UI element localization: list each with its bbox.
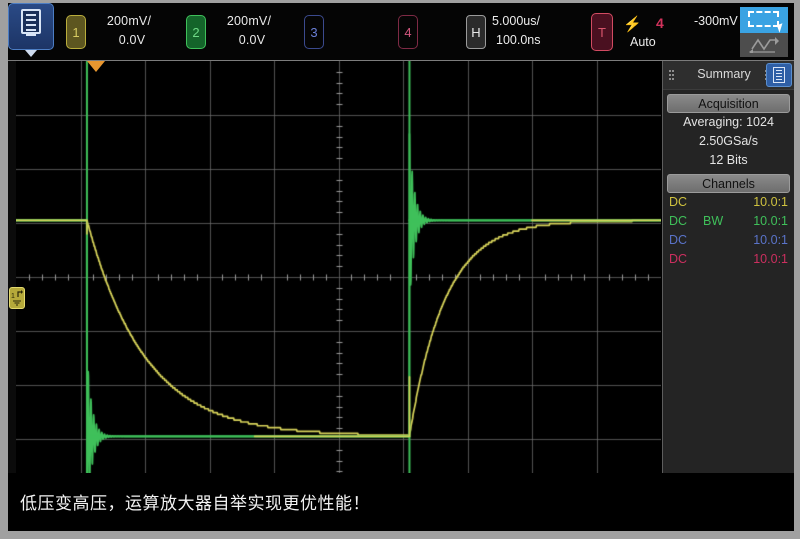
waveform-canvas[interactable] xyxy=(16,61,661,493)
zoom-select-button[interactable] xyxy=(740,7,788,33)
summary-ch2-probe-ratio: 10.0:1 xyxy=(753,214,788,228)
summary-ch3-coupling: DC xyxy=(669,233,688,247)
summary-ch3-probe-ratio: 10.0:1 xyxy=(753,233,788,247)
left-gutter xyxy=(8,61,16,493)
channel-1-badge[interactable]: 1 xyxy=(66,15,86,49)
ground-ref-icon: 1 xyxy=(11,290,23,306)
summary-panel-menu-button[interactable] xyxy=(766,63,792,87)
acquisition-sample-rate: 2.50GSa/s xyxy=(698,134,759,148)
summary-channel-row-1[interactable]: DC 10.0:1 xyxy=(663,193,794,212)
channel-2-badge[interactable]: 2 xyxy=(186,15,206,49)
acquisition-resolution: 12 Bits xyxy=(709,153,748,167)
cursor-arrow-icon xyxy=(776,23,786,33)
trigger-level[interactable]: -300mV xyxy=(694,14,738,28)
chevron-down-icon xyxy=(25,50,37,57)
selection-box-icon xyxy=(748,11,779,27)
menu-document-icon xyxy=(21,9,41,36)
channel-4-badge[interactable]: 4 xyxy=(398,15,418,49)
horizontal-delay: 100.0ns xyxy=(496,33,541,47)
caption-bar: 低压变高压，运算放大器自举实现更优性能！ xyxy=(8,473,794,531)
trigger-mode[interactable]: Auto xyxy=(630,35,656,49)
summary-ch4-coupling: DC xyxy=(669,252,688,266)
channel-2-readout[interactable]: 200mV/ 0.0V xyxy=(210,12,288,50)
summary-panel-header: Summary xyxy=(663,61,794,90)
channel-3-badge[interactable]: 3 xyxy=(304,15,324,49)
oscilloscope-window: 1 200mV/ 0.0V 2 200mV/ 0.0V 3 4 H 5.000u… xyxy=(8,3,794,531)
summary-ch2-coupling: DC xyxy=(669,214,688,228)
channel-1-readout[interactable]: 200mV/ 0.0V xyxy=(90,12,168,50)
channel-1-scale: 200mV/ xyxy=(106,14,152,28)
svg-text:1: 1 xyxy=(11,293,15,300)
summary-channel-row-3[interactable]: DC 10.0:1 xyxy=(663,231,794,250)
horizontal-readout[interactable]: 5.000us/ 100.0ns xyxy=(492,12,584,50)
channel-2-offset: 0.0V xyxy=(238,33,266,47)
summary-panel-title: Summary xyxy=(697,67,751,81)
summary-ch2-bandwidth: BW xyxy=(703,214,724,228)
horizontal-badge[interactable]: H xyxy=(466,15,486,49)
channel-1-ground-reference-marker[interactable]: 1 xyxy=(9,287,25,309)
caption-text: 低压变高压，运算放大器自举实现更优性能！ xyxy=(20,494,370,513)
channel-2-scale: 200mV/ xyxy=(226,14,272,28)
trigger-edge-icon[interactable]: ⚡ xyxy=(623,15,642,33)
trigger-position-marker[interactable] xyxy=(87,61,105,72)
waveform-grid[interactable] xyxy=(16,61,661,493)
waveform-nav-icon xyxy=(749,37,779,53)
trigger-source[interactable]: 4 xyxy=(656,15,664,31)
panel-drag-handle-left[interactable] xyxy=(669,70,674,81)
panel-document-icon xyxy=(773,67,785,83)
trigger-badge[interactable]: T xyxy=(591,13,613,51)
screenshot-frame: 1 200mV/ 0.0V 2 200mV/ 0.0V 3 4 H 5.000u… xyxy=(0,0,800,539)
acquisition-averaging: Averaging: 1024 xyxy=(683,115,774,129)
channel-1-offset: 0.0V xyxy=(118,33,146,47)
acquisition-section-header[interactable]: Acquisition xyxy=(667,94,790,113)
summary-panel: Summary Acquisition Averaging: 1024 2.50… xyxy=(662,61,794,493)
main-menu-button[interactable] xyxy=(8,3,54,57)
summary-channel-row-2[interactable]: DC BW 10.0:1 xyxy=(663,212,794,231)
channels-section-header[interactable]: Channels xyxy=(667,174,790,193)
summary-ch4-probe-ratio: 10.0:1 xyxy=(753,252,788,266)
plot-area: 1 Summary Acquisition Averaging: 1024 2.… xyxy=(8,61,794,531)
summary-ch1-probe-ratio: 10.0:1 xyxy=(753,195,788,209)
waveform-navigate-button[interactable] xyxy=(740,33,788,57)
horizontal-scale: 5.000us/ xyxy=(492,14,540,28)
summary-ch1-coupling: DC xyxy=(669,195,688,209)
top-toolbar: 1 200mV/ 0.0V 2 200mV/ 0.0V 3 4 H 5.000u… xyxy=(8,3,794,61)
corner-button-group xyxy=(740,7,788,57)
summary-channel-row-4[interactable]: DC 10.0:1 xyxy=(663,250,794,269)
